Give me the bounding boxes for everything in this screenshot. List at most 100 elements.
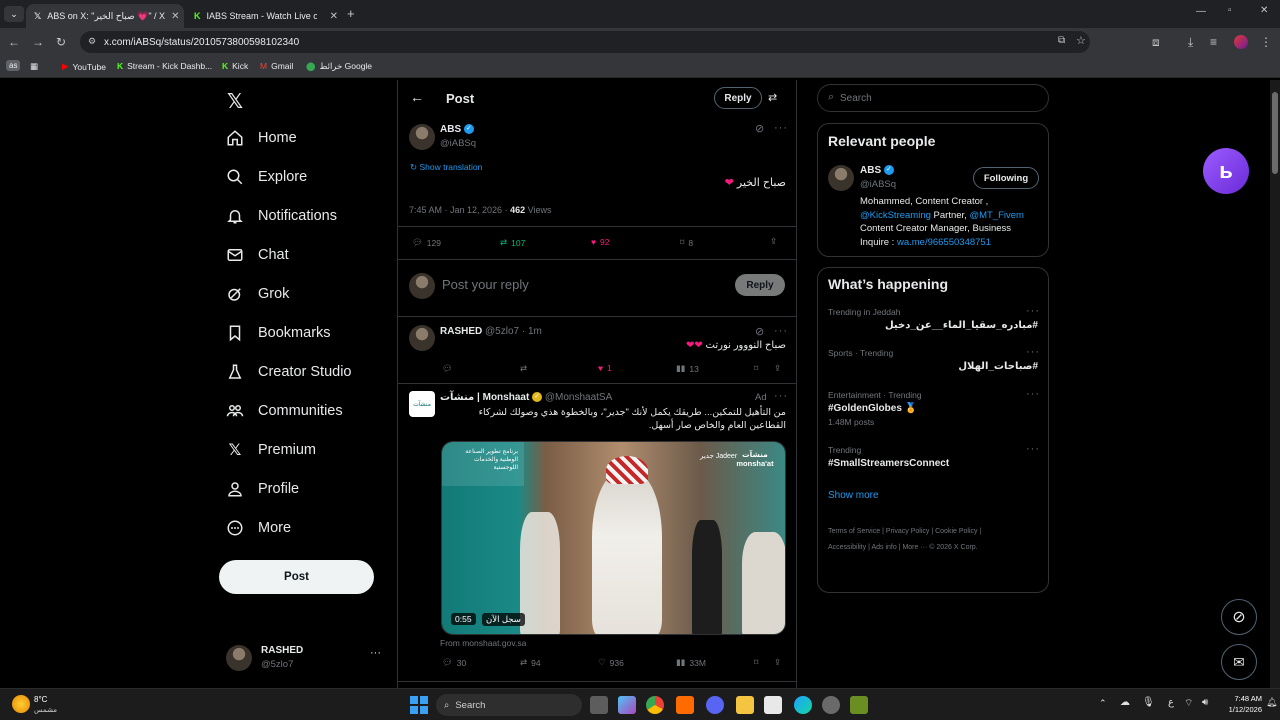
reload-icon[interactable]: ↻ [56, 35, 66, 49]
search-input[interactable]: ⌕ Search [817, 84, 1049, 112]
reply-input[interactable]: Post your reply [442, 277, 529, 292]
avatar[interactable] [409, 124, 435, 150]
menu-dots-icon[interactable]: ⋮ [1260, 35, 1272, 49]
reply-action[interactable]: 💬︎ 129 [412, 237, 441, 248]
more-dots-icon[interactable]: ··· [1026, 305, 1040, 317]
close-window-button[interactable]: ✕ [1260, 5, 1268, 16]
following-button[interactable]: Following [973, 167, 1039, 189]
like-action[interactable]: ♡ 936 [598, 657, 624, 668]
sidebar-item-explore[interactable]: Explore [226, 168, 307, 186]
footer-links[interactable]: Terms of Service | Privacy Policy | Cook… [828, 528, 981, 535]
more-dots-icon[interactable]: ··· [774, 122, 788, 134]
chrome-icon[interactable] [646, 696, 664, 714]
views-action[interactable]: ▮▮ 13 [676, 363, 699, 374]
sidebar-item-home[interactable]: Home [226, 129, 297, 147]
wifi-icon[interactable]: ⌔ [1184, 697, 1193, 710]
more-dots-icon[interactable]: ··· [1026, 388, 1040, 400]
install-app-icon[interactable]: ⧉ [1058, 35, 1065, 46]
more-dots-icon[interactable]: ··· [1026, 443, 1040, 455]
extensions-icon[interactable]: ⧈ [1152, 35, 1160, 49]
discord-icon[interactable] [706, 696, 724, 714]
microphone-icon[interactable]: 🎙︎ [1142, 697, 1155, 708]
bookmark-action[interactable]: ⌑ [754, 363, 758, 374]
views-action[interactable]: ▮▮ 33M [676, 657, 706, 668]
sidebar-item-premium[interactable]: 𝕏 Premium [226, 441, 316, 459]
weather-icon[interactable] [12, 695, 30, 713]
app-icon[interactable] [676, 696, 694, 714]
header-reply-button[interactable]: Reply [714, 87, 762, 109]
file-explorer-icon[interactable] [736, 696, 754, 714]
restore-button[interactable]: ▫ [1228, 5, 1232, 16]
bio-mention-link[interactable]: @MT_Fivem [969, 210, 1024, 221]
close-icon[interactable]: ✕ [330, 11, 338, 22]
sidebar-item-more[interactable]: More [226, 519, 291, 537]
reading-list-icon[interactable]: ≡ [1210, 35, 1217, 49]
volume-icon[interactable]: 🔊︎ [1202, 697, 1208, 708]
back-arrow-icon[interactable]: ← [410, 89, 424, 105]
repost-action[interactable]: ⇄ 107 [500, 237, 525, 248]
grok-explain-icon[interactable]: ⊘ [755, 122, 764, 135]
minimize-button[interactable]: — [1196, 6, 1206, 17]
floating-extension-button[interactable]: ь [1203, 148, 1249, 194]
post-author[interactable]: ABS ✓ [440, 124, 474, 135]
post-button[interactable]: Post [219, 560, 374, 594]
address-bar[interactable]: ⚙ x.com/iABSq/status/2010573800598102340… [80, 31, 1090, 53]
footer-links[interactable]: Accessibility | Ads info | More ··· © 20… [828, 544, 978, 551]
clock[interactable]: 7:48 AM 1/12/2026 [1220, 693, 1262, 715]
task-view-icon[interactable] [590, 696, 608, 714]
bookmark-action[interactable]: ⌑ [754, 657, 758, 668]
person-name[interactable]: ABS ✓ [860, 165, 894, 176]
grok-floating-button[interactable]: ⊘ [1221, 599, 1257, 635]
bio-mention-link[interactable]: @KickStreaming [860, 210, 931, 221]
sidebar-item-profile[interactable]: Profile [226, 480, 299, 498]
trend-item[interactable]: Entertainment · Trending #GoldenGlobes 🏅… [828, 388, 1040, 432]
sidebar-item-notifications[interactable]: Notifications [226, 207, 337, 225]
language-indicator[interactable]: ع [1168, 697, 1174, 708]
tab-active[interactable]: 𝕏 ABS on X: "صباح الخير 💗" / X ✕ [26, 4, 184, 28]
reply-settings-icon[interactable]: ⇄ [768, 91, 777, 104]
trend-item[interactable]: Trending #SmallStreamersConnect ··· [828, 443, 1040, 475]
bookmark-star-icon[interactable]: ☆ [1076, 34, 1086, 47]
bookmark-gmail[interactable]: M Gmail [260, 61, 293, 71]
network-icon[interactable]: ☁ [1120, 697, 1130, 708]
forward-icon[interactable]: → [32, 35, 44, 49]
apps-grid-icon[interactable]: ▦ [30, 61, 38, 72]
show-more-link[interactable]: Show more [828, 490, 879, 501]
grok-explain-icon[interactable]: ⊘ [755, 325, 764, 338]
ad-source[interactable]: From monshaat.gov.sa [440, 638, 526, 648]
account-switcher[interactable]: RASHED @5zlo7 ··· [226, 643, 386, 675]
site-info-icon[interactable]: ⚙ [88, 36, 96, 47]
taskbar-search[interactable]: ⌕ Search [436, 694, 582, 716]
share-action[interactable]: ⇪ [774, 363, 781, 374]
messages-floating-button[interactable]: ✉ [1221, 644, 1257, 680]
new-tab-button[interactable]: + [347, 6, 355, 21]
sidebar-item-chat[interactable]: Chat [226, 246, 289, 264]
scrollbar[interactable] [1270, 80, 1280, 688]
show-translation-link[interactable]: ↻ Show translation [410, 162, 482, 173]
more-dots-icon[interactable]: ··· [774, 325, 788, 337]
ad-author[interactable]: منشآت | Monshaat ✓ @MonshaatSA [440, 392, 612, 403]
video-cta-button[interactable]: سجل الآن [482, 613, 525, 626]
close-icon[interactable]: ✕ [171, 11, 179, 22]
person-handle[interactable]: @iABSq [860, 179, 896, 190]
bio-url-link[interactable]: wa.me/966550348751 [897, 237, 991, 248]
repost-action[interactable]: ⇄ 94 [520, 657, 541, 668]
more-dots-icon[interactable]: ··· [1026, 346, 1040, 358]
sidebar-item-bookmarks[interactable]: Bookmarks [226, 324, 331, 342]
settings-icon[interactable] [822, 696, 840, 714]
windows-start-icon[interactable] [410, 696, 428, 714]
trend-item[interactable]: Trending in Jeddah #مبادره_سقيا_الماء__ع… [828, 305, 1040, 337]
copilot-icon[interactable] [618, 696, 636, 714]
minecraft-icon[interactable] [850, 696, 868, 714]
reply-author[interactable]: RASHED @5zlo7 · 1m [440, 326, 542, 337]
store-icon[interactable] [764, 696, 782, 714]
repost-action[interactable]: ⇄ [520, 363, 527, 374]
x-logo-icon[interactable]: 𝕏 [227, 89, 243, 114]
avatar[interactable] [409, 325, 435, 351]
reply-action[interactable]: 💬︎ 30 [442, 657, 466, 668]
like-action[interactable]: ♥ 92 [591, 237, 610, 247]
bookmark-kick-dashboard[interactable]: K Stream - Kick Dashb... [117, 61, 212, 71]
share-action[interactable]: ⇪ [774, 657, 781, 668]
share-action[interactable]: ⇪ [770, 236, 777, 247]
back-icon[interactable]: ← [8, 35, 20, 49]
